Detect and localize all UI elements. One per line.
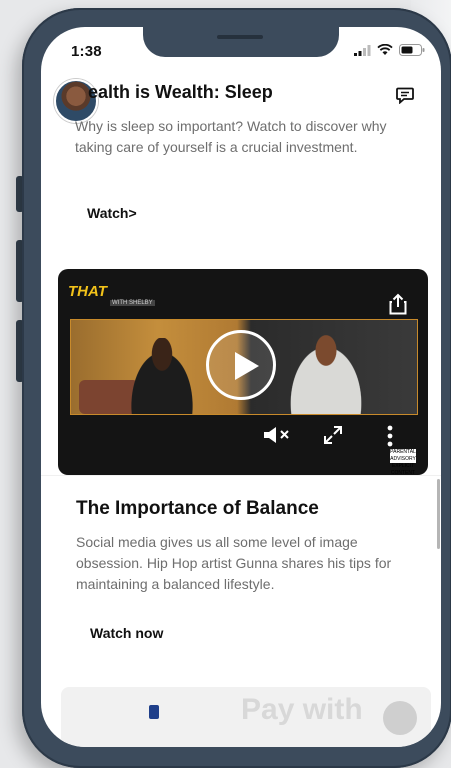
video-player[interactable]: THAT WITH SHELBY PARENTAL ADVISORY EXPLI… bbox=[58, 269, 428, 475]
next-card-action-icon[interactable] bbox=[383, 701, 417, 735]
more-vertical-icon[interactable] bbox=[387, 425, 393, 447]
share-icon[interactable] bbox=[388, 293, 408, 315]
article-title[interactable]: The Importance of Balance bbox=[76, 498, 319, 520]
logo-text: THAT bbox=[68, 283, 107, 300]
next-card-title: Pay with bbox=[241, 693, 363, 726]
mute-icon[interactable] bbox=[262, 425, 292, 445]
message-icon[interactable] bbox=[396, 87, 414, 104]
wifi-icon bbox=[377, 44, 393, 55]
next-card[interactable]: Pay with bbox=[61, 687, 431, 747]
post-title[interactable]: ealth is Wealth: Sleep bbox=[88, 82, 273, 103]
post-description: Why is sleep so important? Watch to disc… bbox=[75, 118, 387, 155]
scrollbar[interactable] bbox=[437, 479, 440, 549]
fullscreen-icon[interactable] bbox=[323, 425, 343, 445]
article-description: Social media gives us all some level of … bbox=[76, 534, 392, 592]
explicit-badge: PARENTAL ADVISORY EXPLICIT CONTENT bbox=[390, 449, 416, 475]
status-time: 1:38 bbox=[71, 43, 102, 60]
show-logo: THAT WITH SHELBY bbox=[68, 283, 158, 311]
phone-screen: 1:38 ealth is Wealth: Sleep Why is sleep… bbox=[41, 27, 441, 747]
person-left bbox=[123, 338, 201, 414]
watch-link[interactable]: Watch> bbox=[87, 205, 137, 221]
watch-now-button[interactable]: Watch now bbox=[90, 625, 163, 641]
next-card-logo bbox=[149, 705, 159, 719]
notch bbox=[143, 27, 339, 57]
battery-icon bbox=[399, 44, 425, 56]
play-icon[interactable] bbox=[206, 330, 276, 400]
cellular-signal-icon bbox=[354, 44, 371, 56]
divider bbox=[41, 475, 441, 476]
status-icons bbox=[354, 44, 425, 56]
logo-subtitle: WITH SHELBY bbox=[110, 300, 155, 306]
person-right bbox=[281, 332, 371, 414]
speaker-grille bbox=[217, 35, 263, 39]
